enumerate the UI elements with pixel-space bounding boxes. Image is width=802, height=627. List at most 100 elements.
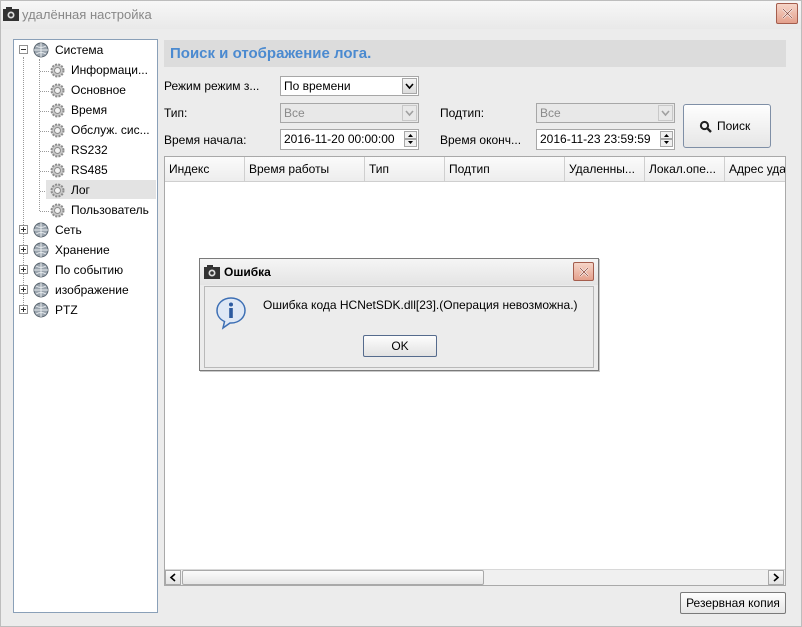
tree-item-label: Основное (71, 83, 126, 97)
increment-button[interactable] (660, 131, 673, 139)
arrow-right-icon (773, 573, 780, 582)
globe-icon (33, 302, 49, 318)
gear-icon (50, 183, 65, 198)
tree-item-system[interactable]: Система (14, 40, 157, 60)
type-select[interactable]: Все (280, 103, 419, 123)
settings-tree: Система Информаци... Основное Время Обсл… (13, 39, 158, 613)
tree-item-log[interactable]: Лог (14, 180, 157, 200)
arrow-up-icon (408, 134, 413, 137)
chevron-down-icon (661, 110, 670, 117)
globe-icon (33, 222, 49, 238)
chevron-down-icon (405, 83, 414, 90)
type-dropdown-button[interactable] (402, 105, 417, 121)
log-table: Индекс Время работы Тип Подтип Удаленны.… (164, 156, 786, 586)
remote-config-window: удалённая настройка Система Информаци... (0, 0, 802, 627)
tree-item-info[interactable]: Информаци... (14, 60, 157, 80)
arrow-down-icon (408, 141, 413, 144)
dialog-title: Ошибка (224, 265, 271, 279)
gear-icon (50, 103, 65, 118)
tree-item-storage[interactable]: Хранение (14, 240, 157, 260)
tree-item-label: RS485 (71, 163, 108, 177)
mode-select[interactable]: По времени (280, 76, 419, 96)
dialog-body: Ошибка кода HCNetSDK.dll[23].(Операция н… (204, 286, 594, 368)
window-close-button[interactable] (776, 3, 798, 24)
tree-item-label: Сеть (55, 223, 82, 237)
dialog-titlebar: Ошибка (200, 259, 598, 285)
decrement-button[interactable] (660, 139, 673, 147)
search-button-label: Поиск (717, 119, 751, 133)
tree-item-label: Лог (71, 183, 90, 197)
tree-item-label: Хранение (55, 243, 110, 257)
subtype-select-value: Все (540, 106, 561, 120)
backup-button[interactable]: Резервная копия (680, 592, 786, 614)
tree-item-ptz[interactable]: PTZ (14, 300, 157, 320)
gear-icon (50, 163, 65, 178)
decrement-button[interactable] (404, 139, 417, 147)
column-header[interactable]: Локал.опе... (645, 157, 725, 181)
gear-icon (50, 83, 65, 98)
expand-icon[interactable] (19, 265, 28, 274)
search-button[interactable]: Поиск (683, 104, 771, 148)
expand-icon[interactable] (19, 245, 28, 254)
expand-icon[interactable] (19, 285, 28, 294)
tree-item-maintenance[interactable]: Обслуж. сис... (14, 120, 157, 140)
expand-icon[interactable] (19, 305, 28, 314)
app-icon (204, 265, 220, 279)
column-header[interactable]: Тип (365, 157, 445, 181)
column-header[interactable]: Индекс (165, 157, 245, 181)
end-time-value: 2016-11-23 23:59:59 (540, 132, 651, 146)
globe-icon (33, 262, 49, 278)
globe-icon (33, 282, 49, 298)
type-label: Тип: (164, 106, 188, 120)
close-icon (579, 267, 589, 277)
tree-item-label: Информаци... (71, 63, 148, 77)
end-time-field[interactable]: 2016-11-23 23:59:59 (536, 129, 675, 150)
page-title: Поиск и отображение лога. (170, 45, 372, 62)
start-time-label: Время начала: (164, 133, 247, 147)
column-header[interactable]: Подтип (445, 157, 565, 181)
globe-icon (33, 42, 49, 58)
tree-item-label: Обслуж. сис... (71, 123, 150, 137)
arrow-down-icon (664, 141, 669, 144)
scroll-thumb[interactable] (182, 570, 484, 585)
tree-item-time[interactable]: Время (14, 100, 157, 120)
subtype-select[interactable]: Все (536, 103, 675, 123)
start-time-value: 2016-11-20 00:00:00 (284, 132, 395, 146)
tree-item-rs485[interactable]: RS485 (14, 160, 157, 180)
tree-item-network[interactable]: Сеть (14, 220, 157, 240)
gear-icon (50, 63, 65, 78)
tree-item-label: Система (55, 43, 104, 57)
tree-item-label: RS232 (71, 143, 108, 157)
increment-button[interactable] (404, 131, 417, 139)
dialog-message: Ошибка кода HCNetSDK.dll[23].(Операция н… (263, 298, 578, 312)
subtype-dropdown-button[interactable] (658, 105, 673, 121)
table-header: Индекс Время работы Тип Подтип Удаленны.… (165, 157, 785, 182)
collapse-icon[interactable] (19, 45, 28, 54)
search-icon (699, 120, 712, 133)
column-header[interactable]: Удаленны... (565, 157, 645, 181)
column-header[interactable]: Время работы (245, 157, 365, 181)
gear-icon (50, 203, 65, 218)
start-time-field[interactable]: 2016-11-20 00:00:00 (280, 129, 419, 150)
dialog-close-button[interactable] (573, 262, 594, 281)
mode-dropdown-button[interactable] (402, 78, 417, 94)
section-header: Поиск и отображение лога. (164, 40, 786, 67)
ok-button[interactable]: OK (363, 335, 437, 357)
scroll-right-button[interactable] (768, 570, 784, 585)
expand-icon[interactable] (19, 225, 28, 234)
tree-item-general[interactable]: Основное (14, 80, 157, 100)
globe-icon (33, 242, 49, 258)
tree-item-event[interactable]: По событию (14, 260, 157, 280)
info-icon (216, 297, 246, 330)
horizontal-scrollbar[interactable] (165, 569, 785, 585)
scroll-left-button[interactable] (165, 570, 181, 585)
column-header[interactable]: Адрес уда (725, 157, 785, 181)
window-titlebar: удалённая настройка (1, 1, 801, 29)
tree-item-image[interactable]: изображение (14, 280, 157, 300)
gear-icon (50, 123, 65, 138)
mode-label: Режим режим з... (164, 79, 260, 93)
tree-item-label: изображение (55, 283, 129, 297)
tree-item-user[interactable]: Пользователь (14, 200, 157, 220)
gear-icon (50, 143, 65, 158)
tree-item-rs232[interactable]: RS232 (14, 140, 157, 160)
